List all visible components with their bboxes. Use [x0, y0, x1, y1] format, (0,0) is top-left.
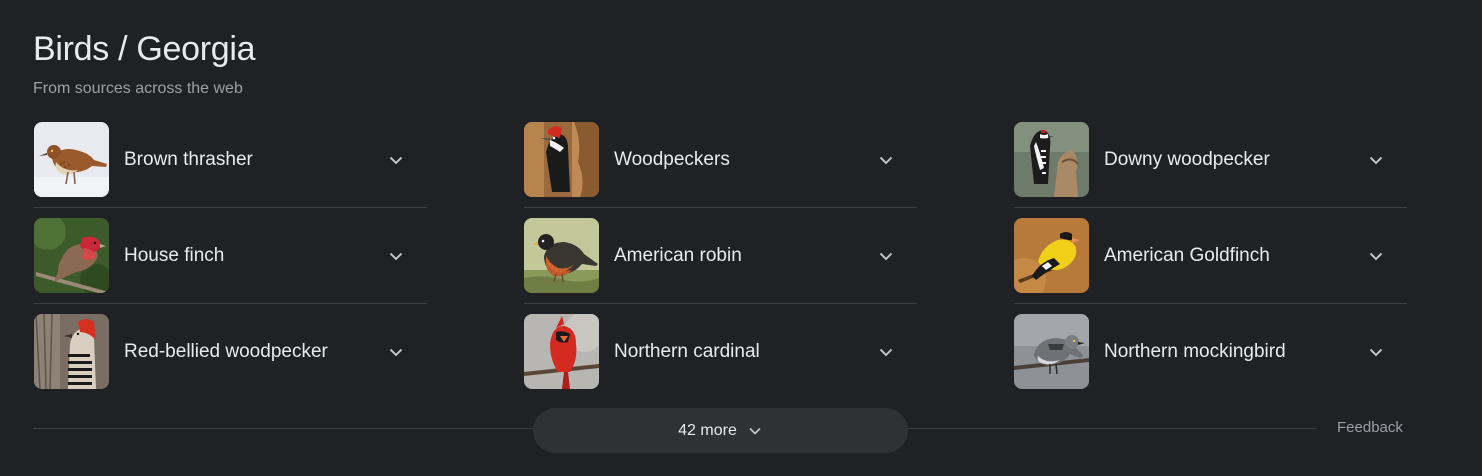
chevron-down-icon[interactable] — [1367, 343, 1385, 361]
page-title: Birds / Georgia — [33, 30, 256, 68]
northern-mockingbird-image — [1014, 314, 1089, 389]
bird-name: House finch — [124, 245, 225, 266]
bird-name: American robin — [614, 245, 742, 266]
bird-name: Red-bellied woodpecker — [124, 341, 328, 362]
bird-item-woodpeckers[interactable]: Woodpeckers — [524, 122, 917, 218]
bird-name: Downy woodpecker — [1104, 149, 1270, 170]
downy-woodpecker-image — [1014, 122, 1089, 197]
bird-item-brown-thrasher[interactable]: Brown thrasher — [34, 122, 427, 218]
chevron-down-icon[interactable] — [877, 247, 895, 265]
house-finch-image — [34, 218, 109, 293]
american-goldfinch-image — [1014, 218, 1089, 293]
chevron-down-icon[interactable] — [1367, 151, 1385, 169]
american-robin-image — [524, 218, 599, 293]
bird-name: Brown thrasher — [124, 149, 253, 170]
bird-item-red-bellied-woodpecker[interactable]: Red-bellied woodpecker — [34, 314, 427, 410]
chevron-down-icon[interactable] — [1367, 247, 1385, 265]
bird-name: American Goldfinch — [1104, 245, 1270, 266]
chevron-down-icon — [747, 423, 763, 439]
bird-item-northern-mockingbird[interactable]: Northern mockingbird — [1014, 314, 1407, 410]
bird-name: Woodpeckers — [614, 149, 730, 170]
bird-item-house-finch[interactable]: House finch — [34, 218, 427, 314]
northern-cardinal-image — [524, 314, 599, 389]
bird-list: Brown thrasher Woodpeckers Downy woodpec… — [34, 122, 1407, 410]
woodpeckers-image — [524, 122, 599, 197]
bird-item-american-robin[interactable]: American robin — [524, 218, 917, 314]
show-more-label: 42 more — [678, 421, 737, 439]
brown-thrasher-image — [34, 122, 109, 197]
chevron-down-icon[interactable] — [387, 151, 405, 169]
chevron-down-icon[interactable] — [387, 247, 405, 265]
bird-item-american-goldfinch[interactable]: American Goldfinch — [1014, 218, 1407, 314]
feedback-link[interactable]: Feedback — [1337, 419, 1403, 437]
show-more-button[interactable]: 42 more — [533, 408, 908, 453]
bird-item-northern-cardinal[interactable]: Northern cardinal — [524, 314, 917, 410]
chevron-down-icon[interactable] — [387, 343, 405, 361]
bird-name: Northern cardinal — [614, 341, 760, 362]
page-subtitle: From sources across the web — [33, 80, 243, 97]
bird-item-downy-woodpecker[interactable]: Downy woodpecker — [1014, 122, 1407, 218]
chevron-down-icon[interactable] — [877, 151, 895, 169]
red-bellied-woodpecker-image — [34, 314, 109, 389]
bird-name: Northern mockingbird — [1104, 341, 1286, 362]
chevron-down-icon[interactable] — [877, 343, 895, 361]
